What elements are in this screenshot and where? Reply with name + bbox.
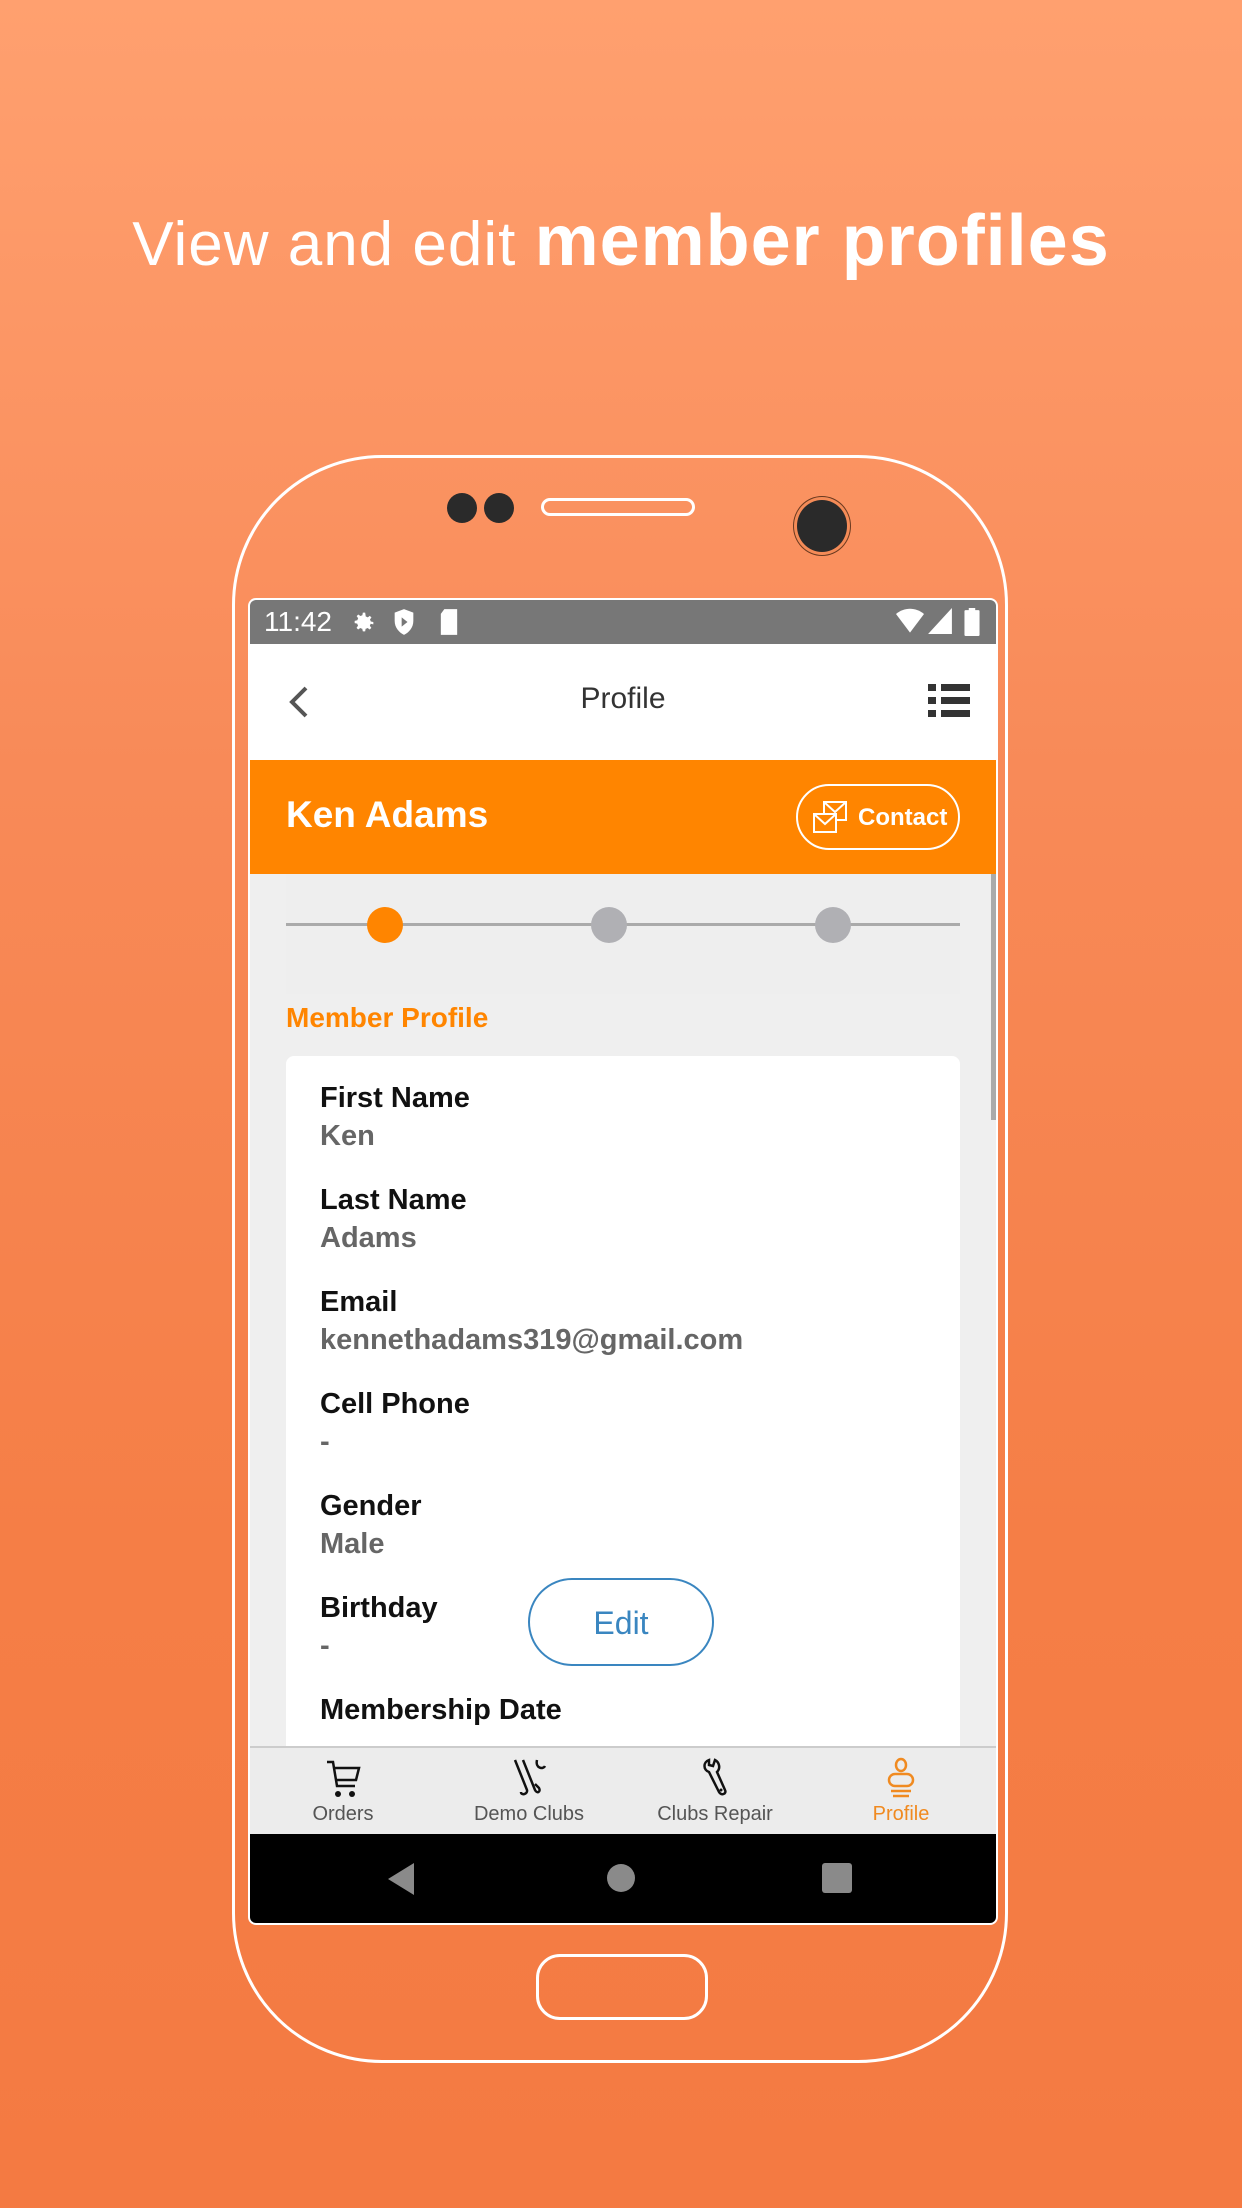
progress-stepper [286,874,960,994]
hardware-home-button[interactable] [536,1954,708,2020]
field-label: Email [320,1286,398,1318]
golf-clubs-icon [513,1759,547,1796]
field-label: Last Name [320,1184,467,1216]
step-3-dot[interactable] [815,907,851,943]
field-cell-phone: Cell Phone - [320,1386,470,1462]
tab-label: Demo Clubs [473,1803,585,1825]
tab-label: Orders [312,1803,374,1825]
gear-icon [354,612,374,632]
field-label: First Name [320,1082,470,1114]
step-1-dot[interactable] [367,907,403,943]
status-time: 11:42 [264,606,332,637]
tab-clubs-repair[interactable]: Clubs Repair [622,1748,808,1836]
envelopes-icon [813,801,847,833]
list-icon[interactable] [928,682,970,720]
sd-card-icon [440,609,458,635]
headline-bold: member profiles [534,201,1110,281]
headline-light: View and edit [132,210,535,279]
home-circle-icon[interactable] [606,1863,636,1893]
section-title: Member Profile [286,1002,489,1033]
camera-icon [797,500,847,552]
field-birthday: Birthday - [320,1590,438,1666]
app-bar: Profile [250,644,996,760]
speaker-grille [541,498,695,516]
page-title: Profile [580,682,666,715]
signal-icon [928,608,952,634]
tab-demo-clubs[interactable]: Demo Clubs [436,1748,622,1836]
field-value: Adams [320,1222,417,1254]
member-header: Ken Adams Contact [250,760,996,874]
battery-icon [964,608,980,636]
sensor-icon [447,493,477,523]
field-gender: Gender Male [320,1488,422,1564]
member-name: Ken Adams [286,794,489,835]
contact-label: Contact [858,804,948,831]
field-label: Membership Date [320,1694,562,1726]
field-label: Cell Phone [320,1388,470,1420]
field-value: Ken [320,1120,375,1152]
tab-profile[interactable]: Profile [808,1748,994,1836]
bottom-tab-bar: Orders Demo Clubs Clubs Repair Profile [250,1746,996,1836]
field-membership-date: Membership Date [320,1692,562,1728]
status-bar: 11:42 [250,600,996,644]
wrench-icon [703,1758,727,1796]
tab-label: Clubs Repair [657,1803,773,1825]
field-value: - [320,1630,330,1662]
phone-screen: 11:42 Profile Ken Adams Contact Member P… [248,598,998,1925]
field-value: kennethadams319@gmail.com [320,1324,744,1356]
sensor-icon [484,493,514,523]
field-last-name: Last Name Adams [320,1182,467,1258]
field-label: Birthday [320,1592,438,1624]
cart-icon [327,1760,361,1797]
step-2-dot[interactable] [591,907,627,943]
system-nav-bar [250,1834,996,1923]
field-value: - [320,1426,330,1458]
field-label: Gender [320,1490,422,1522]
field-email: Email kennethadams319@gmail.com [320,1284,743,1360]
recents-square-icon[interactable] [822,1863,852,1893]
headline: View and edit member profiles [0,200,1242,282]
scrollbar[interactable] [991,874,996,1120]
shield-play-icon [394,609,414,635]
field-first-name: First Name Ken [320,1080,470,1156]
contact-button[interactable]: Contact [796,784,960,850]
tab-orders[interactable]: Orders [250,1748,436,1836]
field-value: Male [320,1528,385,1560]
tab-label: Profile [872,1803,930,1825]
edit-button[interactable]: Edit [528,1578,714,1666]
back-triangle-icon[interactable] [388,1863,416,1895]
person-icon [887,1757,915,1798]
wifi-icon [896,608,924,633]
